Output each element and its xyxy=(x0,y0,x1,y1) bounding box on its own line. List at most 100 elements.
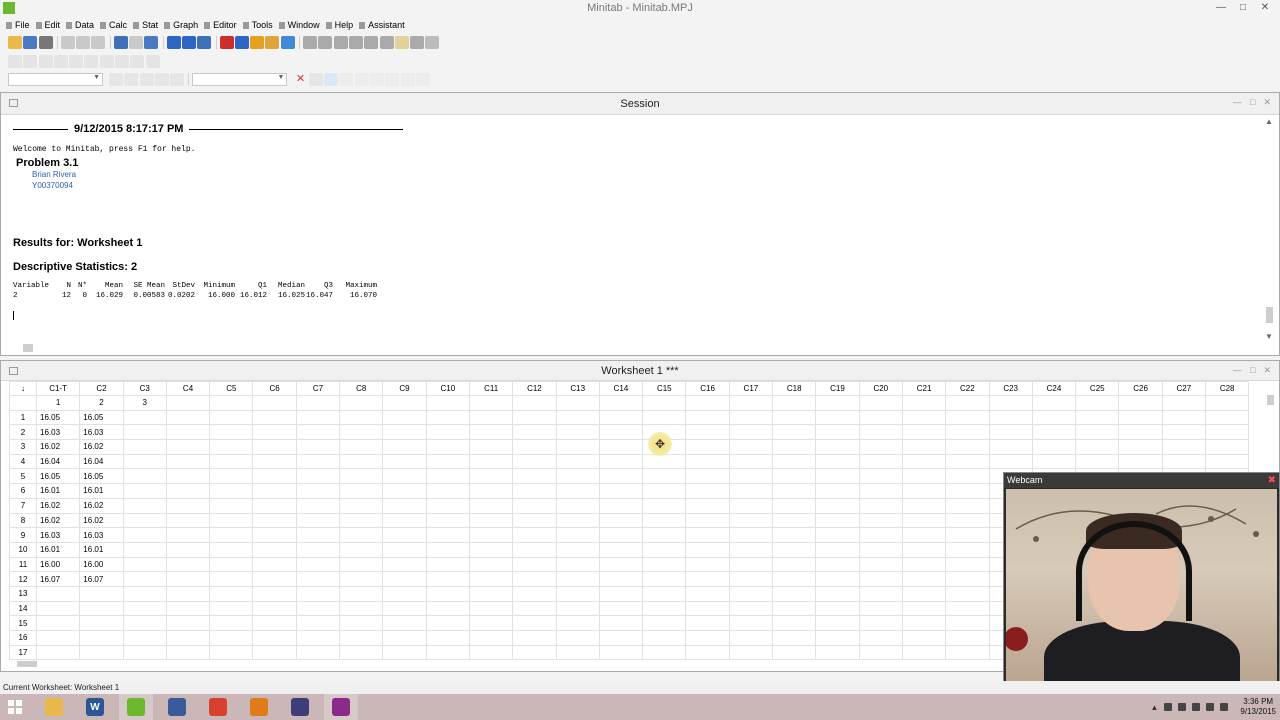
data-cell[interactable] xyxy=(945,556,990,573)
data-cell[interactable] xyxy=(945,512,990,529)
pointer-icon[interactable] xyxy=(324,72,339,86)
data-cell[interactable] xyxy=(35,615,81,631)
menu-file[interactable]: File xyxy=(6,17,36,32)
data-cell[interactable] xyxy=(468,585,514,602)
data-cell[interactable] xyxy=(512,409,557,426)
column-name-cell[interactable]: 1 xyxy=(35,395,81,411)
data-cell[interactable] xyxy=(945,600,990,617)
pen-icon[interactable] xyxy=(115,54,130,68)
data-cell[interactable] xyxy=(598,468,644,485)
data-cell[interactable]: 16.01 xyxy=(35,483,81,499)
data-cell[interactable] xyxy=(295,615,341,631)
data-cell[interactable] xyxy=(642,644,687,661)
data-cell[interactable] xyxy=(382,644,427,661)
data-cell[interactable] xyxy=(555,600,600,617)
data-cell[interactable] xyxy=(425,453,470,470)
tray-expand-icon[interactable]: ▲ xyxy=(1150,703,1158,712)
row-number[interactable]: 12 xyxy=(9,571,37,587)
data-cell[interactable]: 16.02 xyxy=(35,497,81,514)
data-cell[interactable] xyxy=(598,483,644,499)
column-header[interactable]: C1-T xyxy=(35,381,81,396)
data-cell[interactable] xyxy=(425,556,470,573)
menu-editor[interactable]: Editor xyxy=(204,17,243,32)
data-cell[interactable] xyxy=(815,630,860,646)
taskbar-word-button[interactable]: W xyxy=(78,694,112,720)
data-cell[interactable] xyxy=(988,439,1033,455)
menu-help[interactable]: Help xyxy=(325,17,360,32)
polygon-tool-icon[interactable] xyxy=(400,72,415,86)
data-cell[interactable] xyxy=(295,497,341,514)
data-cell[interactable] xyxy=(858,497,903,514)
print-icon[interactable] xyxy=(38,35,53,49)
data-cell[interactable] xyxy=(901,556,947,573)
data-cell[interactable] xyxy=(165,512,211,529)
data-cell[interactable] xyxy=(815,453,860,470)
volume-icon[interactable] xyxy=(1220,703,1229,711)
data-cell[interactable] xyxy=(425,541,470,558)
data-cell[interactable] xyxy=(815,512,860,529)
data-cell[interactable] xyxy=(252,556,297,573)
column-name-cell[interactable] xyxy=(1205,395,1250,411)
data-cell[interactable] xyxy=(512,439,557,455)
data-cell[interactable] xyxy=(382,541,427,558)
data-cell[interactable] xyxy=(35,630,81,646)
data-cell[interactable] xyxy=(79,585,124,602)
data-cell[interactable] xyxy=(122,585,167,602)
session-vertical-scrollbar[interactable]: ▲ ▼ xyxy=(1263,117,1275,341)
line-tool-icon[interactable] xyxy=(385,72,400,86)
data-cell[interactable] xyxy=(252,615,297,631)
data-cell[interactable] xyxy=(1205,453,1250,470)
data-cell[interactable] xyxy=(425,585,470,602)
data-cell[interactable] xyxy=(1031,439,1077,455)
data-cell[interactable] xyxy=(252,424,297,441)
session-close-icon[interactable]: ✕ xyxy=(1263,97,1271,108)
data-cell[interactable] xyxy=(945,571,990,587)
data-cell[interactable] xyxy=(642,556,687,573)
data-cell[interactable] xyxy=(339,468,384,485)
data-cell[interactable] xyxy=(35,644,81,661)
data-cell[interactable] xyxy=(425,483,470,499)
data-cell[interactable] xyxy=(122,556,167,573)
data-cell[interactable] xyxy=(858,571,903,587)
data-cell[interactable] xyxy=(122,600,167,617)
column-name-cell[interactable]: 3 xyxy=(122,395,167,411)
data-cell[interactable] xyxy=(555,512,600,529)
data-cell[interactable] xyxy=(209,571,254,587)
data-cell[interactable] xyxy=(295,453,341,470)
data-cell[interactable] xyxy=(209,585,254,602)
data-cell[interactable] xyxy=(685,512,730,529)
data-cell[interactable] xyxy=(815,468,860,485)
data-cell[interactable] xyxy=(425,615,470,631)
data-cell[interactable] xyxy=(685,439,730,455)
data-cell[interactable] xyxy=(339,424,384,441)
data-cell[interactable] xyxy=(772,615,817,631)
more-icon[interactable] xyxy=(425,35,440,49)
data-cell[interactable] xyxy=(165,453,211,470)
data-cell[interactable] xyxy=(988,453,1033,470)
data-cell[interactable] xyxy=(339,600,384,617)
data-cell[interactable] xyxy=(468,512,514,529)
text-tool-icon[interactable] xyxy=(339,72,354,86)
clock[interactable]: 3:36 PM 9/13/2015 xyxy=(1240,697,1276,717)
data-cell[interactable] xyxy=(555,571,600,587)
data-cell[interactable] xyxy=(425,527,470,543)
row-number[interactable]: 6 xyxy=(9,483,37,499)
data-cell[interactable]: 16.07 xyxy=(79,571,124,587)
data-cell[interactable] xyxy=(772,439,817,455)
data-cell[interactable] xyxy=(901,630,947,646)
data-cell[interactable] xyxy=(685,644,730,661)
data-cell[interactable] xyxy=(165,468,211,485)
data-cell[interactable] xyxy=(858,600,903,617)
data-cell[interactable] xyxy=(1075,439,1120,455)
worksheet-restore-icon[interactable]: □ xyxy=(1250,365,1255,376)
data-cell[interactable] xyxy=(1161,439,1207,455)
data-cell[interactable]: 16.02 xyxy=(35,439,81,455)
data-cell[interactable]: 16.01 xyxy=(35,541,81,558)
session-restore-icon[interactable]: □ xyxy=(1250,97,1255,108)
data-cell[interactable] xyxy=(339,483,384,499)
row-number[interactable]: 8 xyxy=(9,512,37,529)
data-cell[interactable]: 16.00 xyxy=(79,556,124,573)
data-cell[interactable] xyxy=(598,585,644,602)
data-cell[interactable] xyxy=(642,453,687,470)
data-cell[interactable] xyxy=(772,468,817,485)
